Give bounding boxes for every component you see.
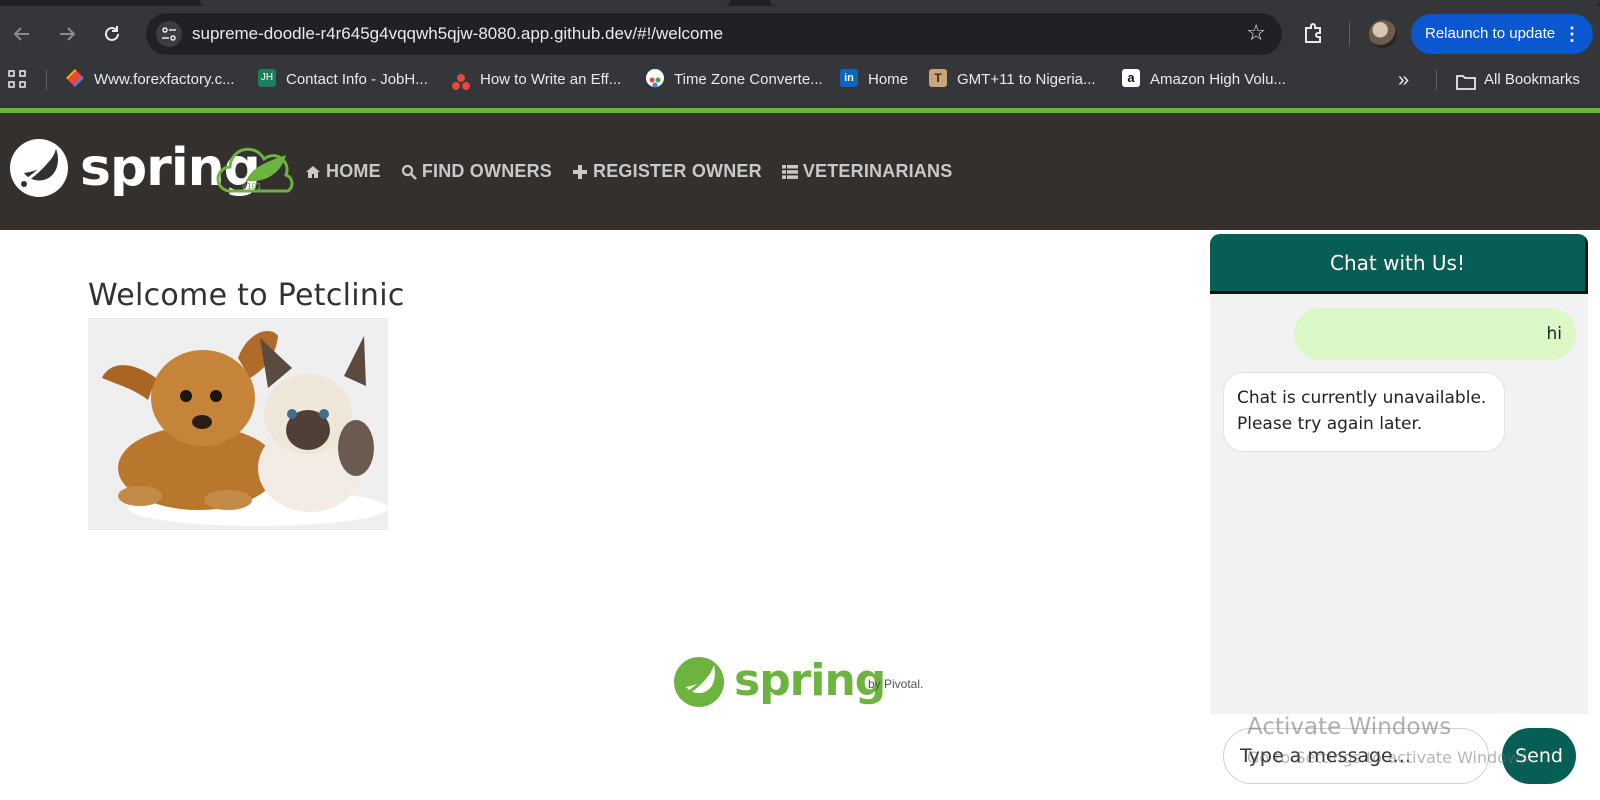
amazon-icon: a xyxy=(1122,69,1140,88)
back-button[interactable] xyxy=(8,20,36,48)
bookmark-item[interactable]: in Home xyxy=(840,62,908,98)
all-bookmarks-label: All Bookmarks xyxy=(1484,71,1580,88)
profile-avatar[interactable] xyxy=(1369,20,1397,48)
bookmark-label: Home xyxy=(868,71,909,88)
forexfactory-favicon xyxy=(66,69,84,88)
cloud-leaf-icon: 0101 xyxy=(216,147,294,193)
apps-grid-icon[interactable] xyxy=(8,70,28,90)
user-message: hi xyxy=(1294,308,1576,360)
chat-message-input[interactable] xyxy=(1223,728,1489,784)
nav-home[interactable]: HOME xyxy=(305,161,381,182)
plus-icon xyxy=(572,164,588,180)
bookmark-star-icon[interactable]: ☆ xyxy=(1246,22,1266,46)
home-icon xyxy=(305,164,321,180)
linkedin-icon: in xyxy=(840,69,858,88)
nav-veterinarians-label: VETERINARIANS xyxy=(802,161,953,181)
back-arrow-icon xyxy=(13,27,29,41)
all-bookmarks-button[interactable]: All Bookmarks xyxy=(1456,62,1580,98)
bookmark-item[interactable]: T GMT+11 to Nigeria... xyxy=(929,62,1096,98)
extensions-icon[interactable] xyxy=(1302,21,1330,47)
bookmark-label: GMT+11 to Nigeria... xyxy=(957,71,1096,88)
chat-header[interactable]: Chat with Us! xyxy=(1210,234,1588,294)
search-icon xyxy=(401,164,417,180)
nav-find-owners[interactable]: FIND OWNERS xyxy=(401,161,552,182)
nav-find-owners-label: FIND OWNERS xyxy=(421,161,553,181)
more-menu-icon[interactable]: ⋮ xyxy=(1563,14,1581,54)
bookmarks-divider xyxy=(46,70,47,90)
timeanddate-favicon: T xyxy=(929,69,947,88)
bookmark-item[interactable]: a Amazon High Volu... xyxy=(1122,62,1286,98)
forward-button[interactable] xyxy=(53,20,81,48)
footer-spring-logo: spring by Pivotal. xyxy=(668,655,928,711)
bookmark-item[interactable]: JH Contact Info - JobH... xyxy=(258,62,428,98)
footer-logo-wordmark: spring xyxy=(734,655,886,706)
spring-logo[interactable]: spring 0101 xyxy=(8,135,294,201)
bookmarks-divider xyxy=(1436,70,1437,90)
chat-widget: Chat with Us! hi Chat is currently unava… xyxy=(1210,234,1588,800)
bookmark-item[interactable]: How to Write an Eff... xyxy=(452,62,621,98)
forward-arrow-icon xyxy=(60,27,76,41)
bookmark-label: Amazon High Volu... xyxy=(1150,71,1286,88)
spring-leaf-icon xyxy=(10,139,68,197)
nav-register-owner-label: REGISTER OWNER xyxy=(593,161,762,181)
reload-button[interactable] xyxy=(98,20,126,48)
main-nav: HOME FIND OWNERS REGISTER OWNER VETERINA… xyxy=(305,113,972,230)
nav-veterinarians[interactable]: VETERINARIANS xyxy=(781,161,953,182)
bookmark-item[interactable]: Www.forexfactory.c... xyxy=(66,62,235,98)
browser-tab[interactable] xyxy=(200,0,730,6)
more-bookmarks-chevron-icon[interactable]: » xyxy=(1398,62,1409,98)
bookmark-label: Contact Info - JobH... xyxy=(286,71,428,88)
pivotal-text: by Pivotal. xyxy=(868,677,924,691)
svg-text:0101: 0101 xyxy=(242,182,261,191)
jobhunt-favicon: JH xyxy=(258,69,276,88)
bookmarks-bar: Www.forexfactory.c... JH Contact Info - J… xyxy=(0,62,1600,98)
bot-message: Chat is currently unavailable. Please tr… xyxy=(1223,372,1505,452)
browser-toolbar: supreme-doodle-r4r645g4vqqwh5qjw-8080.ap… xyxy=(0,8,1600,60)
relaunch-button[interactable]: Relaunch to update ⋮ xyxy=(1411,14,1593,54)
three-dots-favicon xyxy=(452,69,470,91)
relaunch-label: Relaunch to update xyxy=(1425,25,1556,42)
browser-chrome: supreme-doodle-r4r645g4vqqwh5qjw-8080.ap… xyxy=(0,0,1600,108)
nav-register-owner[interactable]: REGISTER OWNER xyxy=(572,161,762,182)
bookmark-label: Www.forexfactory.c... xyxy=(94,71,235,88)
site-navbar: spring 0101 HOME FIND OWNERS REGISTER OW… xyxy=(0,113,1600,230)
pets-image xyxy=(88,318,388,530)
bookmark-item[interactable]: Time Zone Converte... xyxy=(646,62,823,98)
bookmark-label: Time Zone Converte... xyxy=(674,71,823,88)
address-bar[interactable]: supreme-doodle-r4r645g4vqqwh5qjw-8080.ap… xyxy=(146,13,1282,55)
nav-home-label: HOME xyxy=(326,161,381,181)
page-title: Welcome to Petclinic xyxy=(88,278,405,313)
toolbar-divider xyxy=(1349,22,1350,46)
folder-icon xyxy=(1456,69,1476,90)
browser-tab[interactable] xyxy=(770,0,1600,6)
site-info-icon[interactable] xyxy=(156,21,182,47)
tab-strip xyxy=(0,0,1600,6)
send-button[interactable]: Send xyxy=(1502,728,1576,784)
bookmark-label: How to Write an Eff... xyxy=(480,71,622,88)
list-icon xyxy=(781,164,798,180)
reload-icon xyxy=(105,26,119,41)
url-text[interactable]: supreme-doodle-r4r645g4vqqwh5qjw-8080.ap… xyxy=(192,13,723,55)
spring-leaf-icon xyxy=(674,657,724,707)
timezone-favicon xyxy=(646,69,664,88)
